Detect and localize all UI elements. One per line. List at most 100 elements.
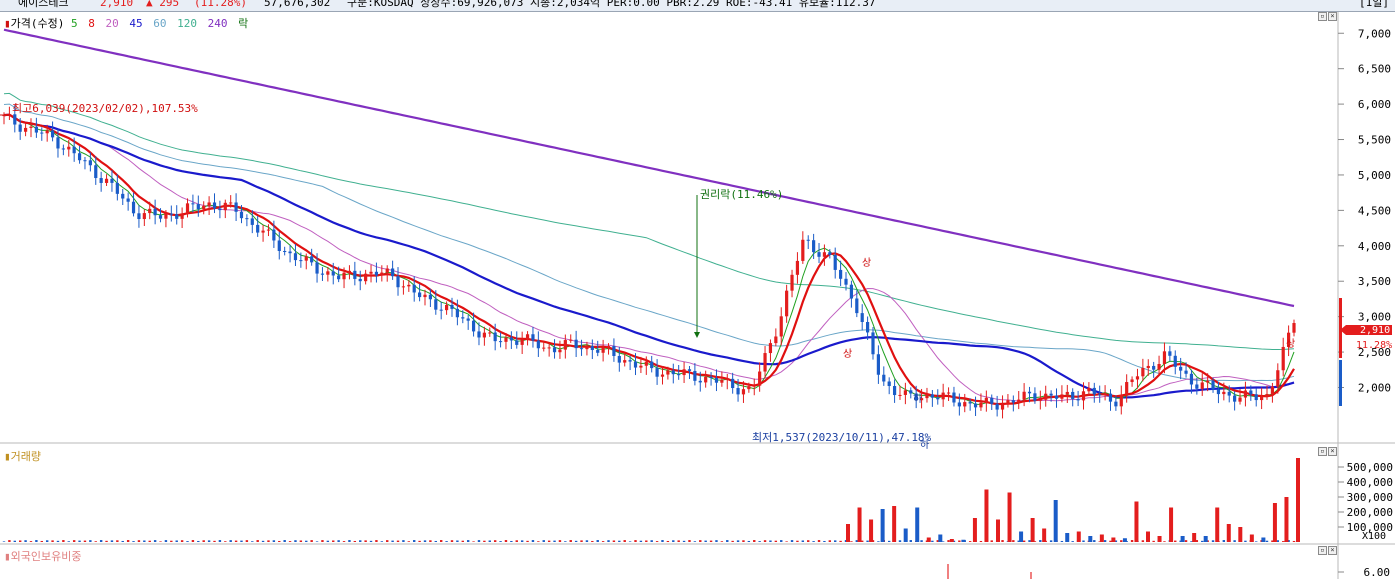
volume-bar-small — [817, 540, 821, 542]
price-legend-label[interactable]: 가격(수정) — [11, 17, 65, 30]
ma45-legend[interactable]: 45 — [129, 17, 142, 30]
candle-up — [779, 316, 783, 337]
candle-down — [212, 202, 217, 209]
candle-up — [1222, 391, 1226, 395]
stock-header-bar: 에이스테크 2,910 ▲ 295 (11.28%) 57,676,302 구분… — [0, 0, 1395, 12]
candle-down — [61, 148, 65, 150]
stock-name[interactable]: 에이스테크 — [18, 0, 69, 8]
volume-bar-small — [180, 540, 184, 542]
volume-bar-small — [574, 540, 578, 542]
foreign-pane-minimize-button[interactable]: ▫ — [1318, 546, 1327, 555]
candle-down — [126, 198, 130, 202]
price-tick-label: 6,500 — [1358, 63, 1391, 76]
volume-bar-small — [553, 540, 556, 542]
volume-bar-small — [504, 540, 508, 542]
volume-bar-small — [164, 540, 168, 542]
volume-bar-small — [1276, 540, 1280, 542]
candle-up — [1281, 346, 1285, 371]
candle-up — [364, 273, 368, 282]
volume-bar-small — [828, 540, 832, 542]
foreign-tick-label: 6.00 — [1364, 566, 1391, 579]
volume-bar-small — [931, 540, 934, 542]
candle-down — [121, 193, 125, 199]
low-annotation: 최저1,537(2023/10/11),47.18% — [752, 431, 932, 444]
volume-bar-small — [326, 540, 330, 542]
candle-down — [191, 203, 195, 205]
volume-bar-small — [202, 540, 205, 542]
candle-down — [1076, 399, 1080, 401]
volume-bar-small — [677, 540, 680, 542]
volume-bar — [1065, 533, 1070, 542]
price-chart-svg[interactable]: 2,0002,5003,0003,5004,0004,5005,0005,500… — [0, 12, 1395, 579]
volume-bar-small — [402, 540, 405, 542]
volume-bar-small — [159, 541, 162, 542]
candle-down — [396, 276, 400, 288]
volume-bar-small — [537, 541, 540, 542]
volume-bar-small — [1222, 540, 1226, 542]
candle-down — [887, 381, 891, 387]
ma120-legend[interactable]: 120 — [177, 17, 197, 30]
ma5-legend[interactable]: 5 — [71, 17, 78, 30]
candle-up — [747, 386, 751, 390]
candle-up — [1000, 404, 1005, 410]
volume-legend-label[interactable]: 거래량 — [11, 450, 41, 463]
candle-up — [67, 146, 71, 150]
volume-bar-small — [887, 540, 891, 542]
candle-up — [639, 365, 643, 368]
volume-bar-small — [1103, 540, 1107, 542]
foreign-pane-close-button[interactable]: × — [1328, 546, 1337, 555]
candle-down — [450, 304, 454, 309]
volume-bar-small — [747, 540, 751, 542]
candle-up — [104, 178, 109, 183]
foreign-legend-label[interactable]: 외국인보유비중 — [11, 550, 82, 563]
volume-bar-small — [790, 540, 794, 542]
volume-bar-small — [596, 540, 599, 542]
volume-bar-small — [720, 541, 724, 542]
volume-bar-small — [785, 541, 788, 542]
candle-down — [72, 146, 76, 154]
candle-up — [304, 256, 308, 261]
price-pane-minimize-button[interactable]: ▫ — [1318, 12, 1327, 21]
volume-pane-close-button[interactable]: × — [1328, 447, 1337, 456]
volume-bar-small — [645, 540, 648, 542]
volume-bar — [1284, 497, 1289, 542]
candle-down — [256, 224, 260, 233]
candle-up — [520, 339, 524, 345]
volume-bar-small — [261, 540, 265, 542]
rights-legend[interactable]: 락 — [238, 17, 248, 30]
price-tick-label: 5,000 — [1358, 169, 1391, 182]
volume-bar-small — [197, 540, 200, 542]
volume-bar-small — [909, 540, 912, 542]
candle-down — [1184, 370, 1188, 374]
candle-down — [320, 273, 325, 275]
volume-bar — [1076, 531, 1081, 542]
volume-bar-small — [1130, 540, 1134, 542]
price-pane-close-button[interactable]: × — [1328, 12, 1337, 21]
candle-up — [1038, 399, 1042, 401]
ma60-legend[interactable]: 60 — [153, 17, 166, 30]
candle-down — [1098, 394, 1102, 396]
candle-down — [1114, 401, 1118, 407]
volume-bar-small — [423, 540, 427, 542]
candle-down — [466, 318, 470, 321]
volume-bar-small — [1201, 540, 1204, 542]
chart-area[interactable]: 2,000 2,500 3,000 3,500 4,000 4,500 5,000 5,500… — [0, 12, 1395, 579]
candle-up — [790, 274, 794, 291]
lower-limit-mark-2: 하 — [920, 438, 929, 451]
volume-pane-minimize-button[interactable]: ▫ — [1318, 447, 1327, 456]
candle-up — [720, 380, 724, 383]
volume-bar-small — [8, 540, 11, 542]
candle-down — [272, 229, 276, 241]
price-change-pct: (11.28%) — [194, 0, 247, 9]
volume-bar-small — [796, 540, 799, 542]
candle-down — [428, 294, 433, 300]
volume-bar-small — [726, 540, 729, 542]
candle-down — [99, 178, 103, 183]
candle-up — [1157, 363, 1161, 370]
period-button[interactable]: [1일] — [1359, 0, 1389, 8]
ma240-legend[interactable]: 240 — [208, 17, 228, 30]
ma8-legend[interactable]: 8 — [88, 17, 95, 30]
volume-bar-small — [672, 540, 675, 542]
ma20-legend[interactable]: 20 — [105, 17, 118, 30]
candle-down — [283, 250, 287, 252]
